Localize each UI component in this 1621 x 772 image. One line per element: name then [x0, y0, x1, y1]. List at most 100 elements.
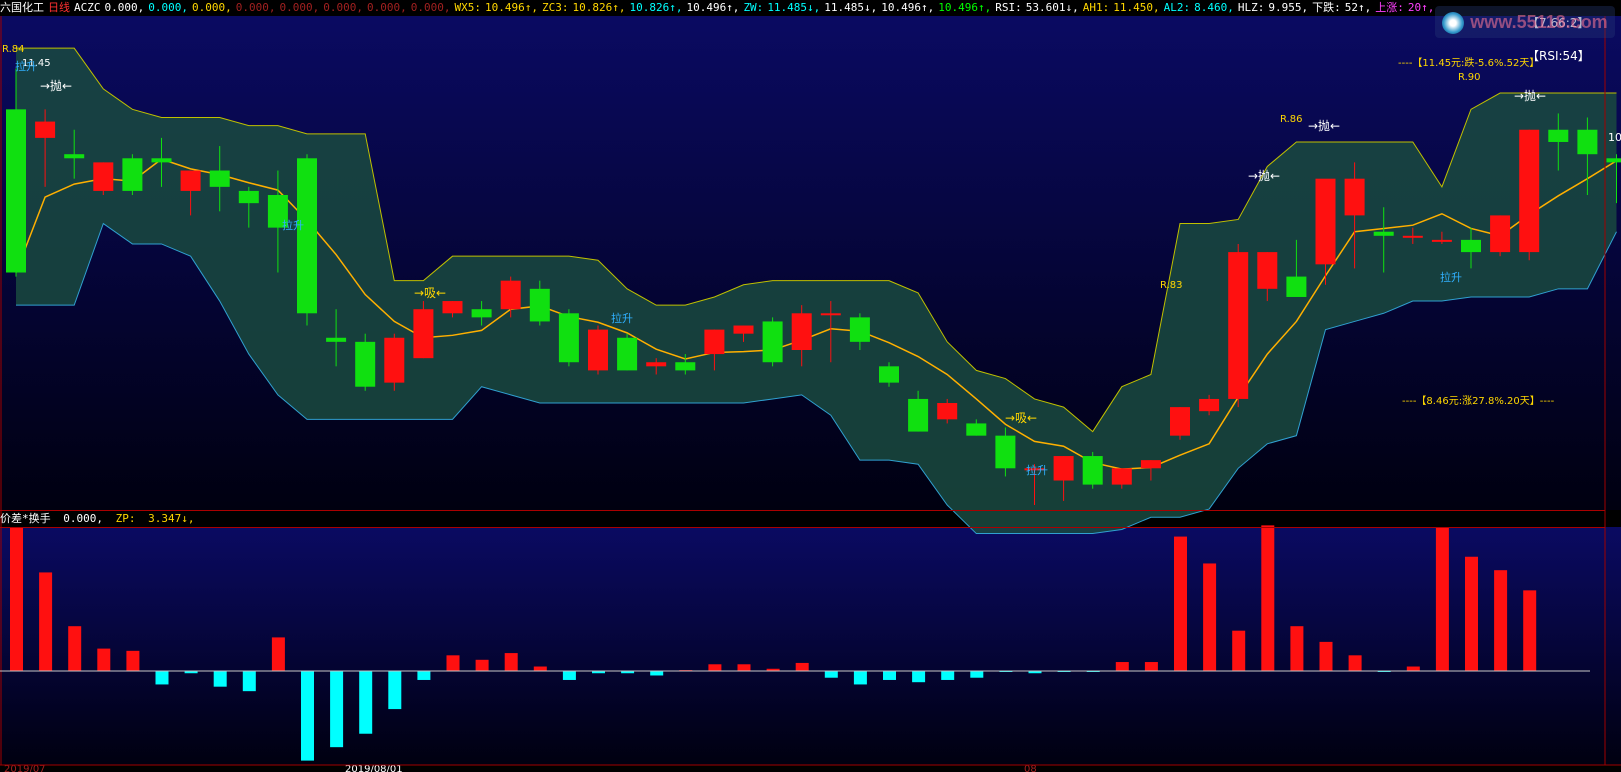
candle-body[interactable] [180, 170, 201, 191]
candle-body[interactable] [1402, 235, 1423, 238]
candle-body[interactable] [733, 325, 754, 334]
candle-body[interactable] [966, 423, 987, 436]
candle-body[interactable] [1199, 398, 1220, 412]
volume-bar[interactable] [359, 671, 373, 734]
volume-bar[interactable] [271, 637, 285, 671]
candle-body[interactable] [1111, 468, 1132, 485]
volume-bar[interactable] [1290, 626, 1304, 671]
volume-bar[interactable] [97, 648, 111, 671]
candle-body[interactable] [413, 309, 434, 359]
candle-body[interactable] [791, 313, 812, 350]
chart-canvas[interactable]: R.8411.45→抛←拉升拉升拉升拉升拉升→吸←→吸←→抛←→抛←→抛←R.8… [0, 0, 1621, 772]
volume-bar[interactable] [650, 671, 664, 676]
volume-bar[interactable] [242, 671, 256, 692]
volume-bar[interactable] [1465, 556, 1478, 671]
candle-body[interactable] [1373, 231, 1394, 236]
candle-body[interactable] [995, 435, 1016, 469]
candle-body[interactable] [122, 158, 143, 191]
candle-body[interactable] [529, 288, 550, 322]
volume-bar[interactable] [941, 671, 955, 680]
volume-bar[interactable] [970, 671, 984, 678]
candle-body[interactable] [1461, 239, 1481, 253]
stock-name[interactable]: 六国化工 [0, 1, 44, 14]
volume-bar[interactable] [824, 671, 838, 678]
volume-bar[interactable] [1115, 662, 1129, 671]
candle-body[interactable] [297, 158, 317, 314]
candle-body[interactable] [1140, 460, 1161, 469]
volume-bar[interactable] [1144, 662, 1158, 671]
volume-bar[interactable] [68, 626, 82, 671]
volume-bar[interactable] [155, 671, 169, 685]
candle-body[interactable] [704, 329, 725, 355]
volume-bar[interactable] [1435, 527, 1449, 671]
volume-bar[interactable] [562, 671, 576, 680]
volume-bar[interactable] [39, 572, 53, 671]
candle-body[interactable] [500, 280, 521, 310]
volume-bar[interactable] [1348, 655, 1362, 671]
volume-bar[interactable] [10, 527, 23, 671]
candle-body[interactable] [558, 313, 579, 363]
candle-body[interactable] [1431, 239, 1452, 242]
candle-body[interactable] [93, 162, 114, 191]
candle-body[interactable] [1082, 456, 1103, 485]
candle-body[interactable] [1228, 252, 1249, 399]
volume-bar[interactable] [301, 671, 314, 761]
volume-bar[interactable] [912, 671, 926, 683]
candle-body[interactable] [326, 337, 347, 342]
candle-body[interactable] [442, 301, 463, 314]
candle-body[interactable] [1490, 215, 1511, 253]
candle-body[interactable] [1344, 178, 1365, 216]
candle-body[interactable] [1286, 276, 1307, 297]
volume-bar[interactable] [213, 671, 227, 687]
candle-body[interactable] [1577, 129, 1598, 155]
volume-bar[interactable] [737, 664, 751, 671]
candle-body[interactable] [355, 341, 376, 387]
candle-body[interactable] [209, 170, 230, 187]
volume-bar[interactable] [1319, 641, 1333, 671]
volume-bar[interactable] [1523, 590, 1537, 671]
candle-body[interactable] [1053, 456, 1074, 481]
candle-body[interactable] [1519, 129, 1540, 253]
panel-divider[interactable] [0, 510, 1605, 511]
candle-body[interactable] [1170, 407, 1190, 436]
candle-body[interactable] [151, 158, 172, 163]
candle-body[interactable] [937, 403, 958, 420]
volume-bar[interactable] [1174, 536, 1187, 671]
candle-body[interactable] [384, 337, 405, 383]
candle-body[interactable] [64, 154, 85, 159]
volume-bar[interactable] [126, 650, 140, 671]
volume-bar[interactable] [475, 659, 489, 671]
candle-body[interactable] [1606, 158, 1621, 163]
candle-body[interactable] [646, 362, 667, 367]
volume-bar[interactable] [330, 671, 344, 748]
volume-bar[interactable] [504, 653, 518, 671]
candle-body[interactable] [820, 313, 841, 316]
candle-body[interactable] [238, 190, 259, 204]
volume-bar[interactable] [533, 666, 547, 671]
volume-bar[interactable] [446, 655, 460, 671]
volume-bar[interactable] [1203, 563, 1217, 671]
volume-bar[interactable] [417, 671, 431, 680]
candle-body[interactable] [617, 337, 638, 371]
volume-bar[interactable] [708, 664, 722, 671]
volume-bar[interactable] [1494, 570, 1508, 671]
volume-bar[interactable] [883, 671, 896, 680]
volume-bar[interactable] [795, 662, 809, 671]
candle-body[interactable] [879, 366, 899, 383]
candle-body[interactable] [471, 309, 492, 318]
candle-body[interactable] [849, 317, 870, 342]
candle-body[interactable] [1548, 129, 1569, 142]
candle-body[interactable] [762, 321, 783, 363]
candle-body[interactable] [588, 329, 608, 371]
candle-body[interactable] [1315, 178, 1336, 265]
volume-bar[interactable] [388, 671, 402, 710]
period-label[interactable]: 日线 [48, 1, 70, 14]
candle-body[interactable] [1257, 252, 1278, 289]
candle-body[interactable] [35, 121, 56, 138]
volume-bar[interactable] [1261, 525, 1275, 671]
volume-bar[interactable] [1232, 630, 1246, 671]
candle-body[interactable] [908, 398, 929, 432]
sub-indicator-name[interactable]: 价差*换手 [0, 512, 51, 525]
volume-bar[interactable] [1406, 666, 1420, 671]
candle-body[interactable] [6, 109, 26, 273]
